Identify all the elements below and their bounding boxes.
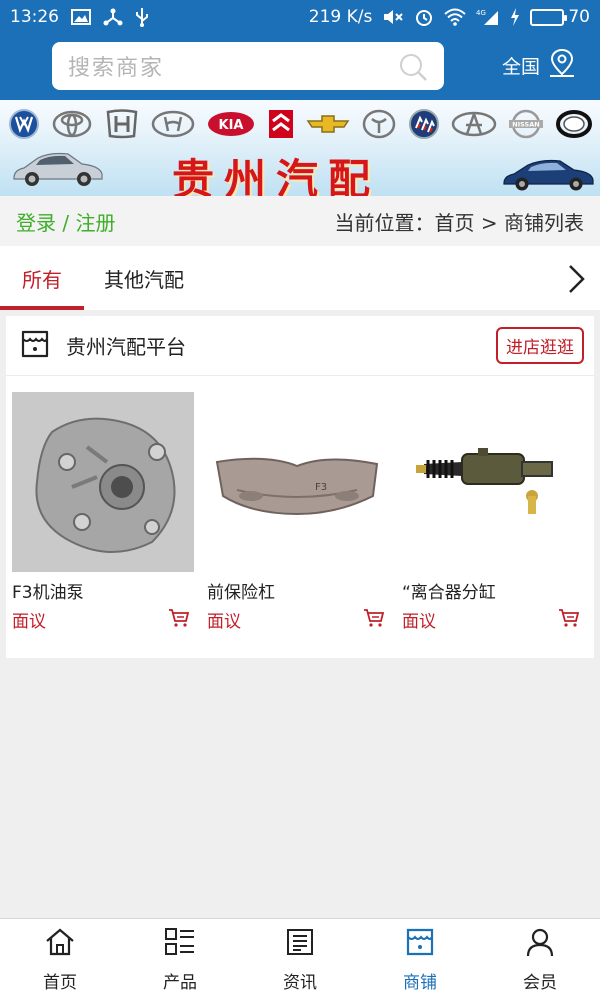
usb-icon [135,7,149,27]
product-price: 面议 [207,612,241,632]
status-bar: 13:26 219 K/s 4G 70 [0,0,600,34]
svg-text:F3: F3 [315,482,327,493]
svg-text:KIA: KIA [219,118,244,133]
product-image[interactable] [402,392,584,572]
nav-member-label: 会员 [523,972,557,993]
grid-list-icon [164,927,196,962]
buick-logo [408,109,439,139]
product-item[interactable]: F3 前保险杠 面议 [207,392,389,632]
shop-name[interactable]: 贵州汽配平台 [66,331,186,360]
kia-logo: KIA [207,109,255,139]
product-name: 前保险杠 [207,583,275,603]
product-name: F3机油泵 [12,583,84,603]
svg-text:4G: 4G [476,9,486,17]
faw-logo [362,109,396,139]
nav-member[interactable]: 会员 [480,919,600,1000]
product-item[interactable]: “离合器分缸 面议 [402,392,584,632]
product-list: F3机油泵 面议 F3 前保险杠 面议 “离合器分缸 面议 [6,376,594,632]
nav-products[interactable]: 产品 [120,919,240,1000]
nav-store-label: 商铺 [403,972,437,993]
hyundai-logo [151,109,195,139]
product-image[interactable]: F3 [207,392,389,572]
cart-icon[interactable] [363,608,385,632]
region-label: 全国 [502,56,541,78]
cart-icon[interactable] [558,608,580,632]
cart-icon[interactable] [168,608,190,632]
signal-icon: 4G [476,8,500,26]
user-icon [525,927,555,962]
tab-all[interactable]: 所有 [0,246,84,310]
nav-home-label: 首页 [43,972,77,993]
banner-title: 贵州汽配 [172,155,381,196]
chevron-right-icon[interactable] [566,264,586,298]
vw-logo [8,109,40,139]
nav-home[interactable]: 首页 [0,919,120,1000]
wifi-icon [444,8,467,26]
battery-icon [530,8,568,26]
store-icon [404,927,436,962]
nav-news[interactable]: 资讯 [240,919,360,1000]
car-image-right [500,156,596,196]
header: 搜索商家 全国 [0,34,600,100]
car-image-left [10,148,106,192]
chery-logo [451,109,497,139]
region-selector[interactable]: 全国 [502,48,576,83]
battery-percent: 70 [568,7,590,27]
tab-other-parts[interactable]: 其他汽配 [104,246,184,310]
byd-logo [555,109,592,139]
login-register-link[interactable]: 登录 / 注册 [16,207,115,236]
shop-header: 贵州汽配平台 进店逛逛 [6,316,594,376]
nav-news-label: 资讯 [283,972,317,993]
charging-icon [510,8,520,26]
home-icon [44,927,76,962]
category-tabs: 所有 其他汽配 [0,246,600,310]
store-icon [20,329,50,363]
brand-logo-row: KIA NISSAN [0,106,600,142]
shop-card: 贵州汽配平台 进店逛逛 F3机油泵 面议 F3 前保险杠 面议 “离合器分缸 面… [6,316,594,658]
visit-shop-button[interactable]: 进店逛逛 [496,327,584,364]
image-notification-icon [71,9,91,25]
chevrolet-logo [306,109,350,139]
bottom-nav: 首页 产品 资讯 商铺 会员 [0,918,600,1000]
toyota-logo [52,109,92,139]
news-icon [285,927,315,962]
mute-icon [382,8,404,26]
nav-products-label: 产品 [163,972,197,993]
product-item[interactable]: F3机油泵 面议 [12,392,194,632]
search-icon[interactable] [398,52,428,86]
share-notification-icon [103,8,123,26]
breadcrumb: 当前位置：首页 > 商铺列表 [334,210,584,235]
alarm-icon [414,7,434,27]
banner[interactable]: KIA NISSAN 贵州汽配 [0,100,600,196]
product-price: 面议 [12,612,46,632]
status-time: 13:26 [10,7,59,27]
location-pin-icon [548,48,576,83]
product-image[interactable] [12,392,194,572]
honda-logo [105,109,139,139]
crumb-bar: 登录 / 注册 当前位置：首页 > 商铺列表 [0,196,600,246]
svg-text:NISSAN: NISSAN [513,121,540,129]
product-name: “离合器分缸 [402,583,496,603]
network-speed: 219 K/s [308,7,373,27]
product-price: 面议 [402,612,436,632]
battery-indicator: 70 [530,7,590,27]
search-placeholder: 搜索商家 [68,56,165,81]
nissan-logo: NISSAN [509,109,544,139]
search-input[interactable]: 搜索商家 [52,42,444,90]
nav-store[interactable]: 商铺 [360,919,480,1000]
citroen-logo [268,109,294,139]
